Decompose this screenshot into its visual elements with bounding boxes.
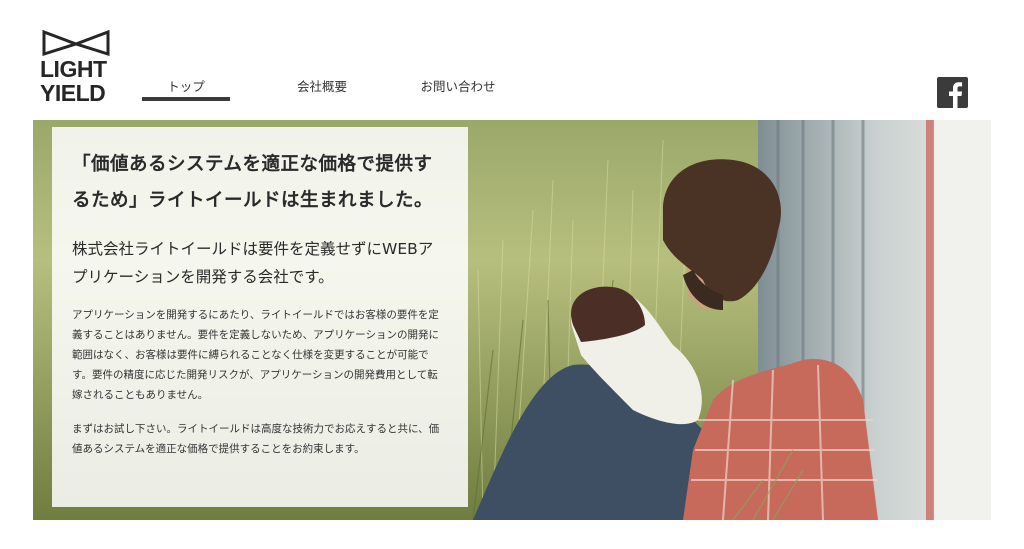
nav-item-contact[interactable]: お問い合わせ xyxy=(408,76,508,95)
nav-active-underline xyxy=(142,97,230,101)
bowtie-logo-icon xyxy=(42,30,110,56)
hero-closing: まずはお試し下さい。ライトイールドは高度な技術力でお応えすると共に、価値あるシス… xyxy=(72,423,440,455)
nav-item-company[interactable]: 会社概要 xyxy=(282,76,362,95)
facebook-icon xyxy=(949,82,963,108)
logo-line-2: YIELD xyxy=(40,80,106,106)
hero-lead: 株式会社ライトイールドは要件を定義せずにWEBアプリケーションを開発する会社です… xyxy=(72,240,434,286)
facebook-link[interactable] xyxy=(937,77,968,108)
logo-text: LIGHT YIELD xyxy=(40,57,107,105)
intro-panel: 「価値あるシステムを適正な価格で提供するため」ライトイールドは生まれました。 株… xyxy=(52,127,468,507)
logo-line-1: LIGHT xyxy=(40,56,107,82)
logo[interactable]: LIGHT YIELD xyxy=(40,30,112,110)
hero-headline: 「価値あるシステムを適正な価格で提供するため」ライトイールドは生まれました。 xyxy=(72,154,434,211)
nav-item-top[interactable]: トップ xyxy=(142,76,230,95)
hero-body: アプリケーションを開発するにあたり、ライトイールドではお客様の要件を定義すること… xyxy=(72,309,439,401)
